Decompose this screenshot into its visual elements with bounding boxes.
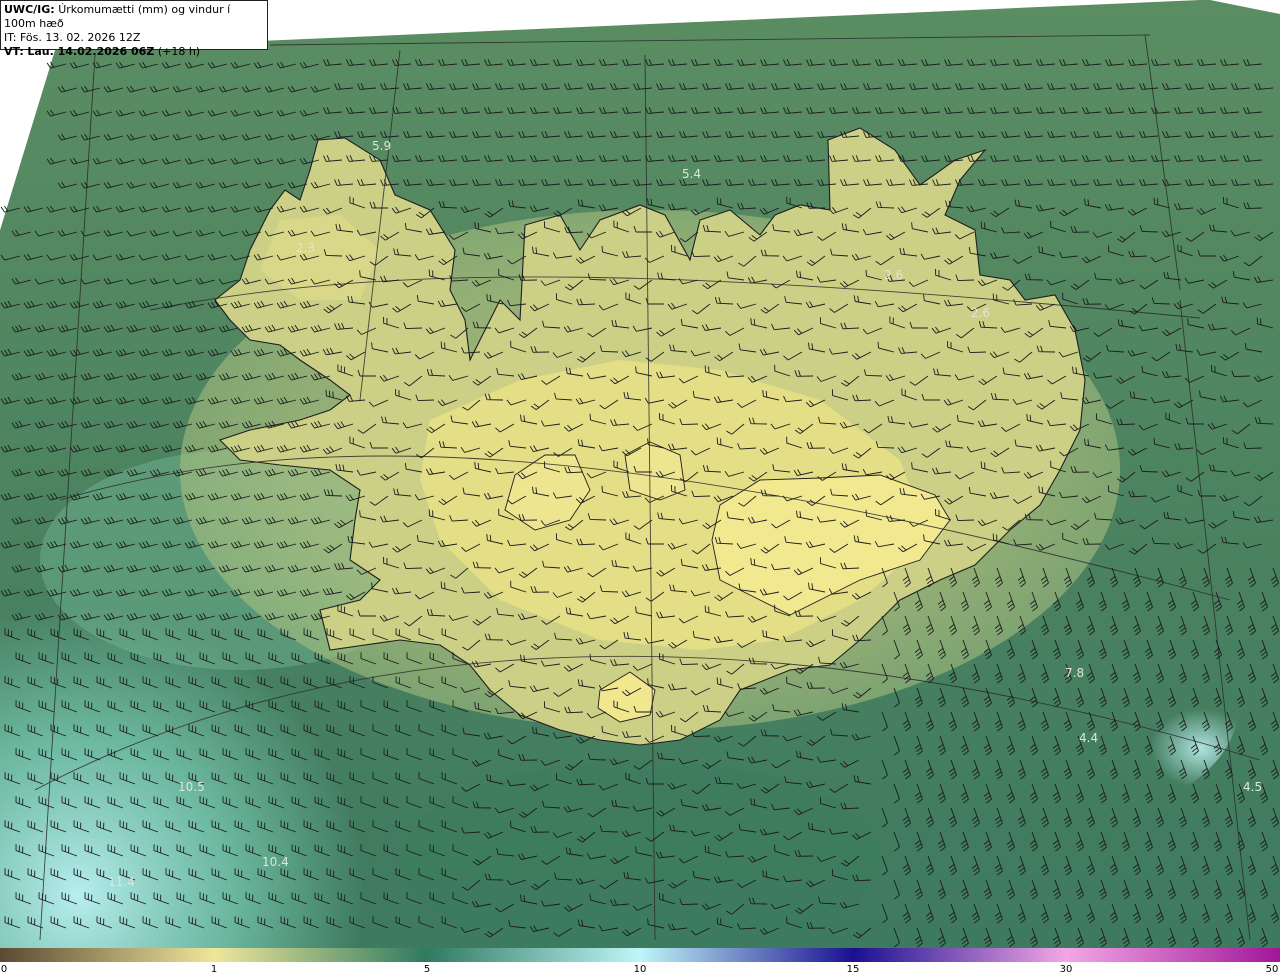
map-value: 10.4 — [262, 855, 289, 869]
colorbar-tick: 10 — [633, 964, 647, 975]
map-value: 2.6 — [884, 268, 903, 282]
colorbar-tick: 50 — [1265, 964, 1279, 975]
valid-prefix: VT: — [4, 45, 24, 58]
map-value: 2.3 — [296, 241, 315, 255]
colorbar-ticks: 0 1 5 10 15 30 50 — [0, 962, 1280, 978]
title-line: UWC/IG: Úrkomumætti (mm) og vindur í 100… — [4, 3, 264, 31]
init-prefix: IT: — [4, 31, 17, 44]
colorbar-tick: 0 — [0, 964, 8, 975]
map-value: 2.6 — [971, 306, 990, 320]
init-time: Fös. 13. 02. 2026 12Z — [19, 31, 141, 44]
colorbar-tick: 5 — [423, 964, 431, 975]
map-value: 11.4 — [108, 875, 135, 889]
map-value: 4.5 — [1243, 780, 1262, 794]
colorbar-tick: 15 — [846, 964, 860, 975]
precip-wind-map: 5.9 5.4 2.3 2.6 2.6 7.8 4.4 4.5 10.5 11.… — [0, 0, 1280, 948]
map-info-box: UWC/IG: Úrkomumætti (mm) og vindur í 100… — [0, 0, 268, 58]
map-value: 7.8 — [1065, 666, 1084, 680]
init-time-line: IT: Fös. 13. 02. 2026 12Z — [4, 31, 264, 45]
map-view[interactable]: 5.9 5.4 2.3 2.6 2.6 7.8 4.4 4.5 10.5 11.… — [0, 0, 1280, 948]
lead-time: (+18 h) — [157, 45, 201, 58]
map-value: 5.9 — [372, 139, 391, 153]
valid-time-line: VT: Lau. 14.02.2026 06Z (+18 h) — [4, 45, 264, 59]
colorbar-tick: 1 — [210, 964, 218, 975]
product-code: UWC/IG: — [4, 3, 55, 16]
precip-colorbar — [0, 948, 1280, 962]
map-value: 10.5 — [178, 780, 205, 794]
valid-time: Lau. 14.02.2026 06Z — [27, 45, 155, 58]
map-value: 5.4 — [682, 167, 701, 181]
map-value: 4.4 — [1079, 731, 1098, 745]
colorbar-tick: 30 — [1059, 964, 1073, 975]
